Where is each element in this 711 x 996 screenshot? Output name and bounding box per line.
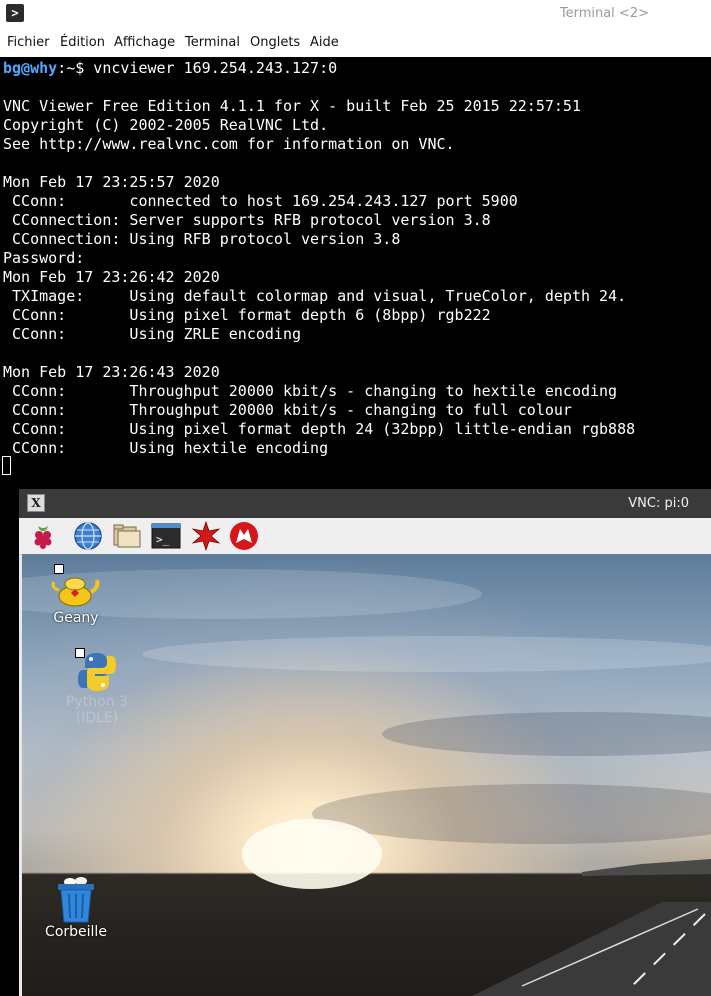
output-line: Mon Feb 17 23:25:57 2020 xyxy=(3,173,220,191)
output-line: TXImage: Using default colormap and visu… xyxy=(3,287,627,305)
output-line: Copyright (C) 2002-2005 RealVNC Ltd. xyxy=(3,116,329,134)
output-line: CConnection: Using RFB protocol version … xyxy=(3,230,401,248)
output-line: CConn: Using pixel format depth 24 (32bp… xyxy=(3,420,636,438)
output-line: CConn: Using pixel format depth 6 (8bpp)… xyxy=(3,306,491,324)
text-cursor xyxy=(2,456,11,475)
terminal-output[interactable]: bg@why:~$ vncviewer 169.254.243.127:0 VN… xyxy=(0,57,711,487)
desktop-wallpaper xyxy=(22,569,711,996)
menu-affichage[interactable]: Affichage xyxy=(114,35,175,50)
menu-terminal[interactable]: Terminal xyxy=(185,35,240,50)
prompt-command: :~$ vncviewer 169.254.243.127:0 xyxy=(57,59,338,77)
web-browser-icon[interactable] xyxy=(73,521,103,551)
terminal-window-title: Terminal <2> xyxy=(559,6,649,21)
vnc-window-title: VNC: pi:0 xyxy=(628,496,689,511)
vnc-viewer-window[interactable]: X VNC: pi:0 >_ Geany Python 3 (IDLE) Cor… xyxy=(19,489,711,996)
terminal-app-icon[interactable]: > xyxy=(6,4,24,22)
file-manager-icon[interactable] xyxy=(112,521,142,551)
trash-icon xyxy=(58,877,94,923)
output-line: Mon Feb 17 23:26:43 2020 xyxy=(3,363,220,381)
shortcut-arrow-icon xyxy=(75,648,85,658)
desktop-icon-label: Geany xyxy=(53,610,99,626)
output-line: Password: xyxy=(3,249,85,267)
terminal-icon[interactable]: >_ xyxy=(151,521,181,551)
desktop-icon-label: Python 3 (IDLE) xyxy=(66,694,128,726)
output-line: CConn: Throughput 20000 kbit/s - changin… xyxy=(3,382,618,400)
terminal-menubar: Fichier Édition Affichage Terminal Ongle… xyxy=(0,30,711,57)
svg-text:>_: >_ xyxy=(156,533,170,546)
output-line: VNC Viewer Free Edition 4.1.1 for X - bu… xyxy=(3,97,581,115)
x-window-icon[interactable]: X xyxy=(27,494,45,512)
pi-desktop[interactable]: Geany Python 3 (IDLE) Corbeille xyxy=(22,554,711,996)
prompt-user: bg@why xyxy=(3,59,58,77)
output-line: CConn: Using ZRLE encoding xyxy=(3,325,302,343)
menu-fichier[interactable]: Fichier xyxy=(7,35,50,50)
terminal-titlebar[interactable]: > Terminal <2> xyxy=(0,0,711,30)
output-line: CConn: Throughput 20000 kbit/s - changin… xyxy=(3,401,572,419)
desktop-icon-trash[interactable]: Corbeille xyxy=(36,876,116,940)
output-line: See http://www.realvnc.com for informati… xyxy=(3,135,455,153)
pi-taskbar: >_ xyxy=(19,518,711,555)
output-line: CConn: Using hextile encoding xyxy=(3,439,329,457)
menu-onglets[interactable]: Onglets xyxy=(250,35,300,50)
desktop-icon-python[interactable]: Python 3 (IDLE) xyxy=(57,648,137,726)
mathematica-icon[interactable] xyxy=(191,521,221,551)
prompt-line: bg@why:~$ vncviewer 169.254.243.127:0 xyxy=(3,59,337,78)
output-line: Mon Feb 17 23:26:42 2020 xyxy=(3,268,220,286)
output-line: CConnection: Server supports RFB protoco… xyxy=(3,211,491,229)
vnc-titlebar[interactable]: X VNC: pi:0 xyxy=(19,489,711,518)
raspberry-menu-icon[interactable] xyxy=(28,521,58,551)
menu-aide[interactable]: Aide xyxy=(310,35,339,50)
wolfram-icon[interactable] xyxy=(229,521,259,551)
menu-edition[interactable]: Édition xyxy=(60,35,105,50)
desktop-icon-label: Corbeille xyxy=(45,924,107,940)
shortcut-arrow-icon xyxy=(54,564,64,574)
output-line: CConn: connected to host 169.254.243.127… xyxy=(3,192,518,210)
desktop-icon-geany[interactable]: Geany xyxy=(36,564,116,626)
